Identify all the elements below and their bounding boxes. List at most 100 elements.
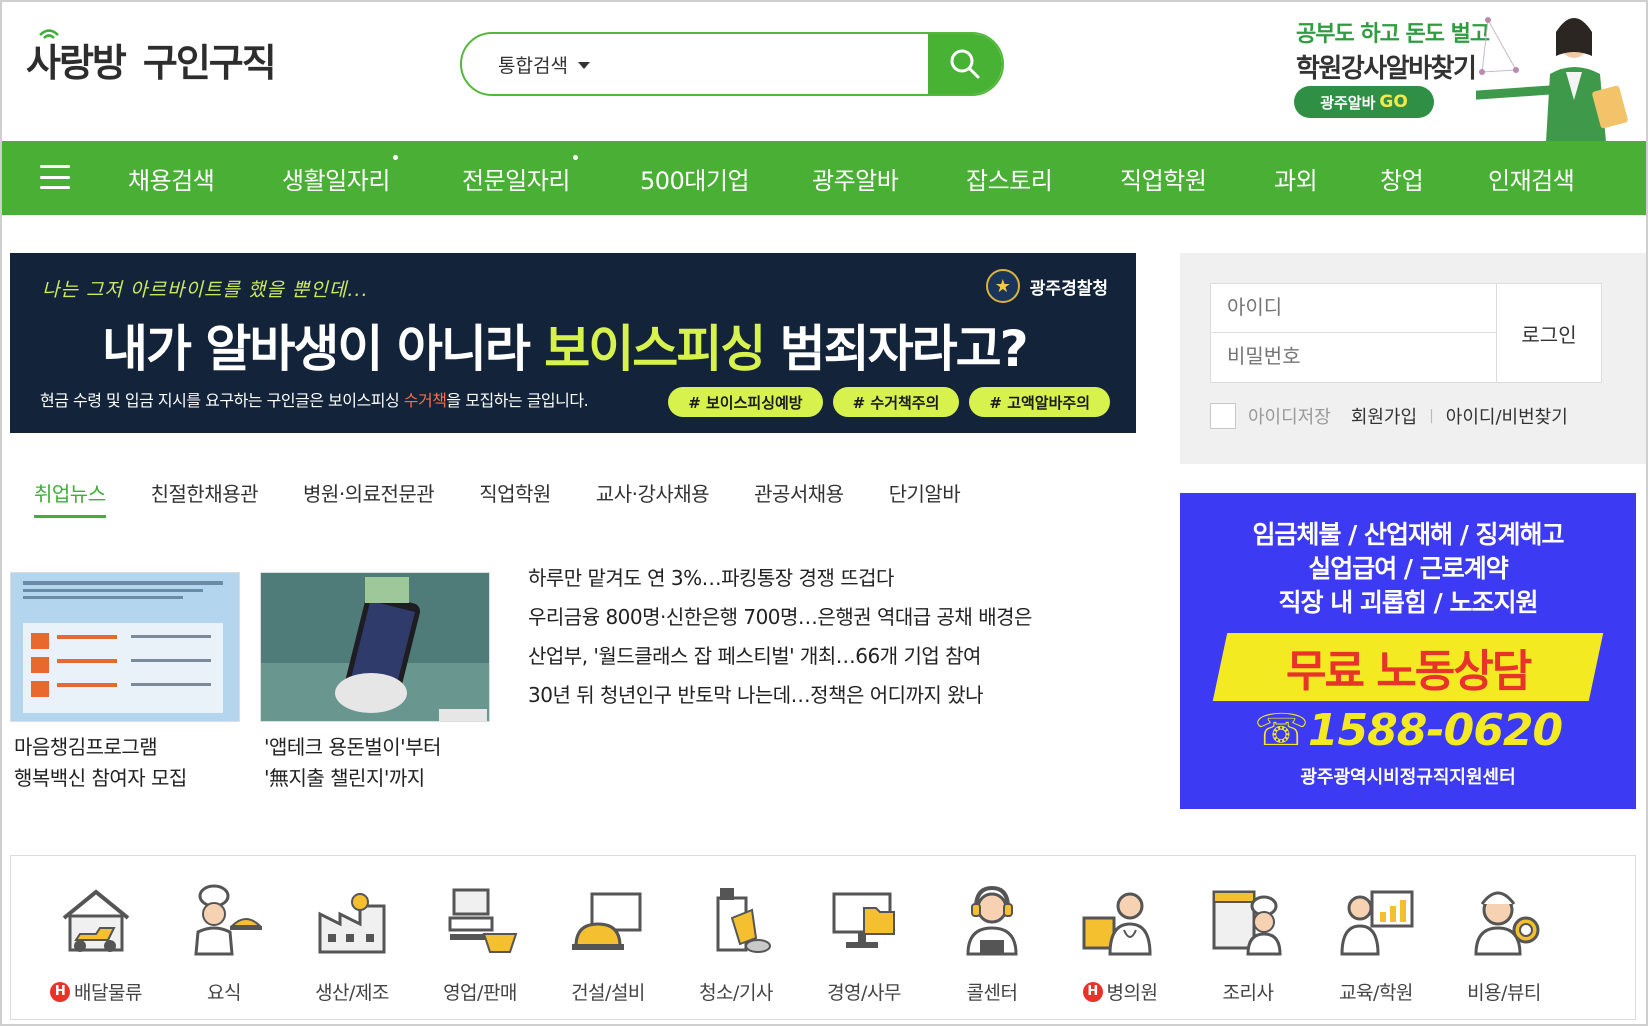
nav-item-job-story[interactable]: 잡스토리 [966,141,1053,215]
education-icon [1340,890,1414,956]
site-logo[interactable]: 사랑방 구인구직 [26,29,277,87]
banner-sub-red: 수거책 [403,391,447,410]
news-headline-link[interactable]: 산업부, '월드클래스 잡 페스티벌' 개최…66개 기업 참여 [528,640,1032,679]
program-poster-image [11,573,239,721]
labor-consult-ad[interactable]: 임금체불 / 산업재해 / 징계해고 실업급여 / 근로계약 직장 내 괴롭힘 … [1180,493,1636,809]
ad-line: 임금체불 / 산업재해 / 징계해고 [1252,520,1564,549]
news-caption[interactable]: '앱테크 용돈벌이'부터 '無지출 챌린지'까지 [264,732,441,794]
news-caption-line: '無지출 챌린지'까지 [264,766,425,790]
nav-label: 잡스토리 [966,166,1053,195]
tab-medical[interactable]: 병원·의료전문관 [303,478,435,518]
category-label: 청소/기사 [699,982,773,1004]
find-account-link[interactable]: 아이디/비번찾기 [1446,403,1568,429]
top-ad-line1: 공부도 하고 돈도 벌고 [1296,22,1490,47]
top-ad-go-button[interactable]: 광주알바 GO [1294,86,1434,118]
category-label: 교육/학원 [1339,982,1413,1004]
signup-link[interactable]: 회원가입 [1351,403,1417,429]
category-food[interactable]: 요식 [159,884,289,1014]
news-headline-link[interactable]: 30년 뒤 청년인구 반토막 나는데…정책은 어디까지 왔나 [528,679,1032,718]
search-input[interactable] [622,44,962,84]
nav-item-living-jobs[interactable]: 생활일자리 [282,141,398,215]
hot-badge-icon: H [1082,981,1103,1002]
password-input[interactable] [1211,333,1497,382]
nav-item-vocational[interactable]: 직업학원 [1120,141,1207,215]
id-input[interactable] [1211,284,1497,333]
cleaning-icon [716,888,771,953]
search-icon [950,49,980,79]
police-emblem-icon: ★ [985,269,1020,303]
new-dot-icon [572,155,578,160]
hamburger-menu-icon[interactable] [40,165,70,189]
category-delivery[interactable]: H 배달물류 [31,884,161,1014]
free-consult-badge: 무료 노동상담 [1212,633,1604,701]
tab-short-term[interactable]: 단기알바 [889,478,961,518]
banner-tags: # 보이스피싱예방 # 수거책주의 # 고액알바주의 [668,387,1110,417]
nav-item-startup[interactable]: 창업 [1380,141,1424,215]
news-thumbnail[interactable] [10,572,240,722]
tab-vocational[interactable]: 직업학원 [479,478,551,518]
nav-item-pro-jobs[interactable]: 전문일자리 [462,141,578,215]
nav-item-job-search[interactable]: 채용검색 [128,141,215,215]
chef-icon [194,884,263,956]
banner-subtext: 현금 수령 및 입금 지시를 요구하는 구인글은 보이스피싱 수거책을 모집하는… [40,387,589,411]
news-caption[interactable]: 마음챙김프로그램 행복백신 참여자 모집 [14,732,187,794]
category-callcenter[interactable]: 콜센터 [927,884,1057,1014]
banner-top-text: 나는 그저 아르바이트를 했을 뿐인데... [42,279,369,301]
category-label: 병의원 [1106,982,1158,1004]
category-beauty[interactable]: 비용/뷰티 [1439,884,1569,1014]
category-education[interactable]: 교육/학원 [1311,884,1441,1014]
new-dot-icon [392,155,398,160]
banner-agency-name: 광주경찰청 [1029,278,1108,299]
top-ad-go-suffix: GO [1379,92,1408,112]
category-cook[interactable]: 조리사 [1183,884,1313,1014]
category-manufacturing[interactable]: 생산/제조 [287,884,417,1014]
top-ad-banner[interactable]: 공부도 하고 돈도 벌고 학원강사알바찾기 광주알바 GO [1280,10,1642,142]
news-thumbnail[interactable] [260,572,490,722]
search-type-label: 통합검색 [498,54,568,77]
category-construction[interactable]: 건설/설비 [543,884,673,1014]
save-id-label[interactable]: 아이디저장 [1248,403,1331,429]
nav-label: 광주알바 [812,166,899,195]
search-button[interactable] [928,34,1002,94]
banner-headline-b: 범죄자라고? [764,320,1029,378]
nav-item-top500[interactable]: 500대기업 [640,141,750,215]
category-label: 경영/사무 [827,982,901,1004]
news-caption-line: '앱테크 용돈벌이'부터 [264,735,441,759]
phone-money-image [261,573,489,721]
category-hospital[interactable]: H 병의원 [1055,884,1185,1014]
nav-item-tutoring[interactable]: 과외 [1274,141,1318,215]
office-icon [832,892,895,948]
category-cleaning[interactable]: 청소/기사 [671,884,801,1014]
ad-line: 실업급여 / 근로계약 [1308,554,1509,583]
category-label: 건설/설비 [571,982,645,1004]
banner-headline-highlight: 보이스피싱 [544,320,766,378]
sales-icon [448,888,518,953]
tab-teacher[interactable]: 교사·강사채용 [596,478,710,518]
callcenter-icon [966,885,1018,956]
caret-down-icon [577,61,590,69]
tab-job-news[interactable]: 취업뉴스 [34,478,106,518]
category-label: 조리사 [1222,982,1274,1004]
voice-phishing-banner[interactable]: 나는 그저 아르바이트를 했을 뿐인데... ★ 광주경찰청 내가 알바생이 아… [10,253,1136,433]
news-headline-link[interactable]: 우리금융 800명·신한은행 700명…은행권 역대급 공채 배경은 [528,601,1032,640]
tab-friendly-hiring[interactable]: 친절한채용관 [151,478,259,518]
news-caption-line: 행복백신 참여자 모집 [14,766,187,790]
login-button[interactable]: 로그인 [1497,284,1601,382]
tab-public-office[interactable]: 관공서채용 [754,478,844,518]
job-category-bar: H 배달물류 요식 생산/제조 영업/판매 건설/설비 청소/기사 경영/사무 … [10,855,1636,1020]
category-office[interactable]: 경영/사무 [799,884,929,1014]
ad-phone-number: ☏1588-0620 [1253,705,1563,756]
banner-sub-a: 현금 수령 및 입금 지시를 요구하는 구인글은 보이스피싱 [40,391,404,410]
search-type-select[interactable]: 통합검색 [498,34,590,94]
hot-badge-icon: H [50,981,71,1002]
news-headline-link[interactable]: 하루만 맡겨도 연 3%…파킹통장 경쟁 뜨겁다 [528,562,1032,601]
login-panel: 로그인 아이디저장 회원가입 | 아이디/비번찾기 [1180,253,1646,464]
banner-tag: # 고액알바주의 [969,387,1110,417]
category-sales[interactable]: 영업/판매 [415,884,545,1014]
save-id-checkbox[interactable] [1210,403,1236,429]
banner-sub-b: 을 모집하는 글입니다. [446,391,589,410]
nav-item-talent-search[interactable]: 인재검색 [1488,141,1575,215]
category-label: 콜센터 [966,982,1018,1004]
nav-item-gwangju-alba[interactable]: 광주알바 [812,141,899,215]
nav-label: 채용검색 [128,166,215,195]
